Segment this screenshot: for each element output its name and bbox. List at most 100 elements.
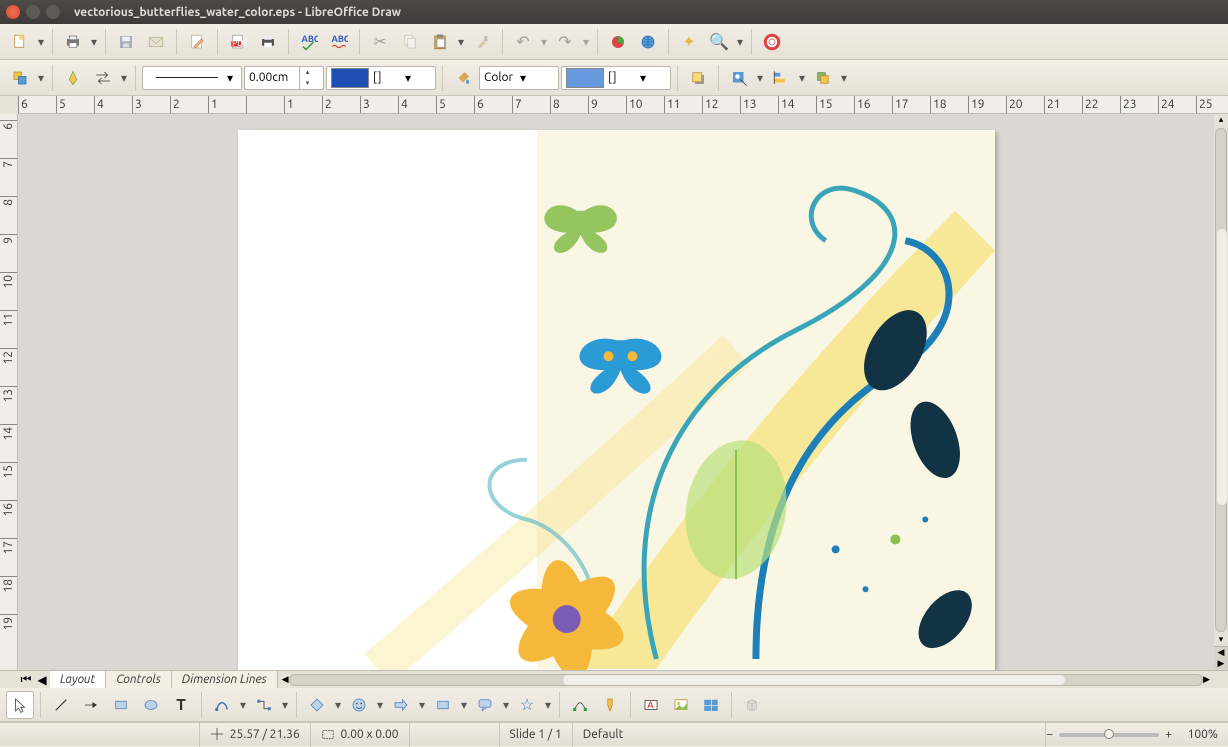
fontwork-tool[interactable]: A [637,691,665,719]
open-button[interactable] [59,28,87,56]
ellipse-tool[interactable] [137,691,165,719]
block-arrows-tool[interactable] [387,691,415,719]
new-button[interactable] [6,28,34,56]
artwork[interactable] [238,130,995,670]
zoom-in-button[interactable]: + [1165,728,1172,741]
flowchart-tool[interactable] [429,691,457,719]
crop-dropdown[interactable]: ▾ [755,71,765,85]
canvas-viewport[interactable] [18,114,1214,670]
tab-scroll-first[interactable]: ⏮ [18,673,34,687]
status-pagestyle[interactable]: Default [573,723,1047,747]
zoom-button[interactable]: 🔍 [705,28,733,56]
paste-button[interactable] [426,28,454,56]
select-tool[interactable] [6,691,34,719]
rectangle-icon [112,696,130,714]
line-style-select[interactable]: ▾ [142,66,242,90]
tab-scroll-prev[interactable]: ◀ [34,673,50,687]
chart-button[interactable] [604,28,632,56]
zoom-out-button[interactable]: − [1046,728,1053,741]
align-button[interactable] [767,64,795,92]
email-button[interactable] [142,28,170,56]
connector-tool[interactable] [250,691,278,719]
basic-shapes-tool[interactable] [303,691,331,719]
zoom-control[interactable]: − + 100% [1046,728,1228,741]
ruler-horizontal[interactable]: 6 5 4 3 2 1 1234567891011121314151617181… [0,96,1228,114]
auto-spellcheck-button[interactable]: ABC [325,28,353,56]
redo-dropdown[interactable]: ▾ [581,35,591,49]
line-endings-button[interactable] [59,64,87,92]
zoom-value[interactable]: 100% [1178,728,1218,741]
window-minimize-button[interactable] [26,5,40,19]
vertical-scrollbar[interactable]: ▴ ▾ ◀ ▶ [1214,114,1228,670]
line-width-field[interactable]: ▴▾ [244,66,324,90]
spin-down[interactable]: ▾ [300,78,315,89]
gallery-tool[interactable] [697,691,725,719]
tab-controls[interactable]: Controls [106,671,172,689]
position-dropdown[interactable]: ▾ [839,71,849,85]
crop-button[interactable] [725,64,753,92]
symbol-shapes-tool[interactable] [345,691,373,719]
open-dropdown[interactable]: ▾ [89,35,99,49]
points-tool[interactable] [566,691,594,719]
callouts-tool[interactable] [471,691,499,719]
redo-button[interactable]: ↷ [551,28,579,56]
new-dropdown[interactable]: ▾ [36,35,46,49]
undo-dropdown[interactable]: ▾ [539,35,549,49]
connector-dropdown[interactable]: ▾ [280,698,290,712]
block-arrows-dropdown[interactable]: ▾ [417,698,427,712]
curve-tool[interactable] [208,691,236,719]
zoom-thumb[interactable] [1104,729,1114,739]
spellcheck-button[interactable]: ABC [295,28,323,56]
arrange-button[interactable] [6,64,34,92]
canvas-page[interactable] [238,130,995,670]
symbol-shapes-dropdown[interactable]: ▾ [375,698,385,712]
fill-method-select[interactable]: Color ▾ [479,66,559,90]
help-button[interactable] [758,28,786,56]
zoom-slider[interactable] [1059,733,1159,737]
undo-button[interactable]: ↶ [509,28,537,56]
image-icon [672,696,690,714]
window-close-button[interactable] [6,5,20,19]
from-file-tool[interactable] [667,691,695,719]
spin-up[interactable]: ▴ [300,67,315,78]
stars-tool[interactable]: ☆ [513,691,541,719]
tab-layout[interactable]: Layout [50,671,106,689]
stars-dropdown[interactable]: ▾ [543,698,553,712]
window-maximize-button[interactable] [46,5,60,19]
cut-button[interactable]: ✂ [366,28,394,56]
format-paintbrush-button[interactable] [468,28,496,56]
copy-button[interactable] [396,28,424,56]
fill-color-select[interactable]: [] ▾ [561,66,671,90]
arrow-style-dropdown[interactable]: ▾ [119,71,129,85]
export-pdf-button[interactable]: PDF [224,28,252,56]
area-button[interactable] [449,64,477,92]
basic-shapes-dropdown[interactable]: ▾ [333,698,343,712]
line-width-input[interactable] [245,71,299,84]
hyperlink-button[interactable] [634,28,662,56]
ruler-vertical[interactable]: 678910111213141516171819 [0,114,18,670]
line-tool[interactable] [47,691,75,719]
edit-file-button[interactable] [183,28,211,56]
save-button[interactable] [112,28,140,56]
position-button[interactable] [809,64,837,92]
text-tool[interactable]: T [167,691,195,719]
navigator-button[interactable]: ✦ [675,28,703,56]
extrusion-tool[interactable] [738,691,766,719]
arrow-style-button[interactable] [89,64,117,92]
tab-dimension[interactable]: Dimension Lines [172,671,278,689]
curve-dropdown[interactable]: ▾ [238,698,248,712]
status-slide[interactable]: Slide 1 / 1 [500,723,573,747]
callouts-dropdown[interactable]: ▾ [501,698,511,712]
align-dropdown[interactable]: ▾ [797,71,807,85]
horizontal-scrollbar[interactable]: ◀ ▶ [278,674,1214,686]
flowchart-dropdown[interactable]: ▾ [459,698,469,712]
gluepoints-tool[interactable] [596,691,624,719]
shadow-button[interactable] [684,64,712,92]
arrange-dropdown[interactable]: ▾ [36,71,46,85]
paste-dropdown[interactable]: ▾ [456,35,466,49]
zoom-dropdown[interactable]: ▾ [735,35,745,49]
rectangle-tool[interactable] [107,691,135,719]
line-arrow-tool[interactable] [77,691,105,719]
line-color-select[interactable]: [] ▾ [326,66,436,90]
print-button[interactable] [254,28,282,56]
